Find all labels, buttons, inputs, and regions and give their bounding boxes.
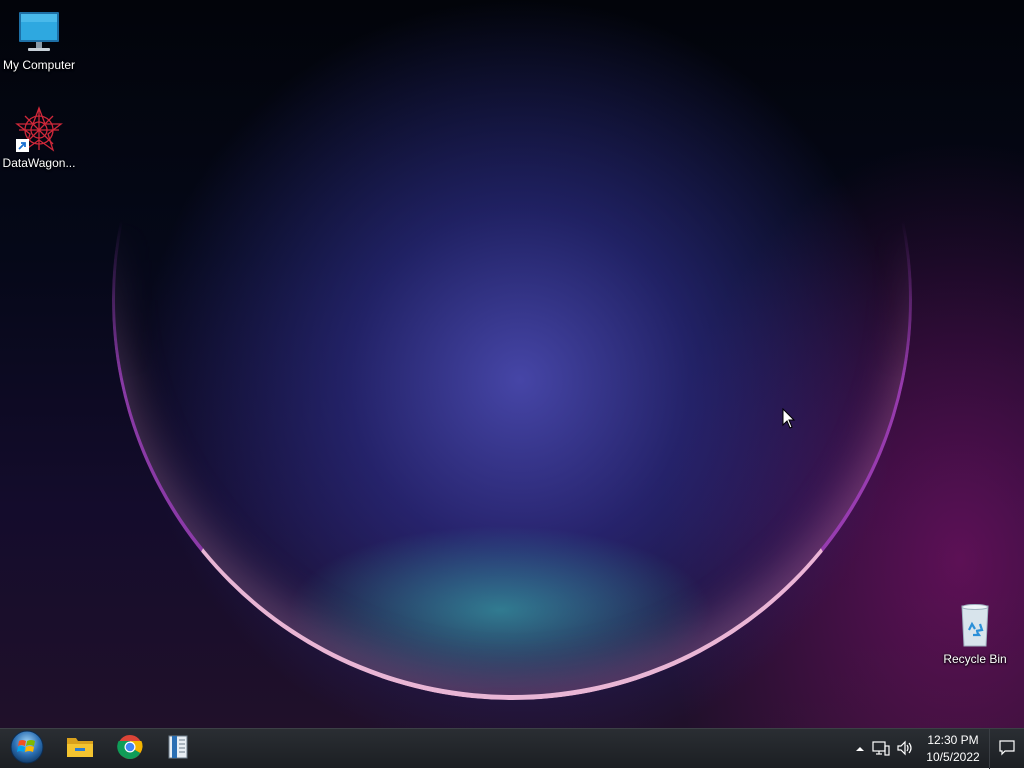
desktop-icon-label: Recycle Bin	[943, 652, 1007, 666]
desktop-icon-label: My Computer	[2, 58, 76, 72]
volume-icon	[896, 740, 914, 759]
clock-time: 12:30 PM	[927, 733, 979, 747]
file-explorer-icon	[66, 735, 94, 764]
action-center-button[interactable]	[989, 729, 1024, 769]
taskbar-archive-app-button[interactable]	[156, 731, 200, 767]
action-center-icon	[999, 739, 1015, 759]
desktop-icon-label: DataWagon...	[2, 156, 76, 170]
taskbar-file-explorer-button[interactable]	[58, 731, 102, 767]
network-button[interactable]	[869, 729, 893, 769]
taskbar: 12:30 PM 10/5/2022	[0, 728, 1024, 770]
monitor-icon	[15, 8, 63, 56]
clock[interactable]: 12:30 PM 10/5/2022	[921, 729, 985, 769]
wallpaper-orb	[112, 0, 912, 700]
system-tray: 12:30 PM 10/5/2022	[851, 729, 1024, 769]
windows-start-orb-icon	[9, 729, 45, 770]
mouse-pointer-icon	[782, 407, 796, 430]
clock-date: 10/5/2022	[926, 750, 980, 764]
recycle-bin-icon	[951, 602, 999, 650]
chrome-icon	[117, 734, 143, 765]
start-button[interactable]	[4, 729, 50, 770]
desktop-icon-my-computer[interactable]: My Computer	[0, 8, 78, 72]
network-icon	[872, 740, 890, 759]
datawagon-shortcut-icon	[15, 106, 63, 154]
desktop-icon-datawagon[interactable]: DataWagon...	[0, 106, 78, 170]
show-hidden-icons-button[interactable]	[851, 729, 869, 769]
desktop-icon-recycle-bin[interactable]: Recycle Bin	[936, 602, 1014, 666]
archive-app-icon	[167, 734, 189, 765]
volume-button[interactable]	[893, 729, 917, 769]
taskbar-chrome-button[interactable]	[108, 731, 152, 767]
chevron-up-icon	[855, 742, 865, 756]
desktop-background[interactable]: My Computer DataWagon... Recycle Bin	[0, 0, 1024, 728]
